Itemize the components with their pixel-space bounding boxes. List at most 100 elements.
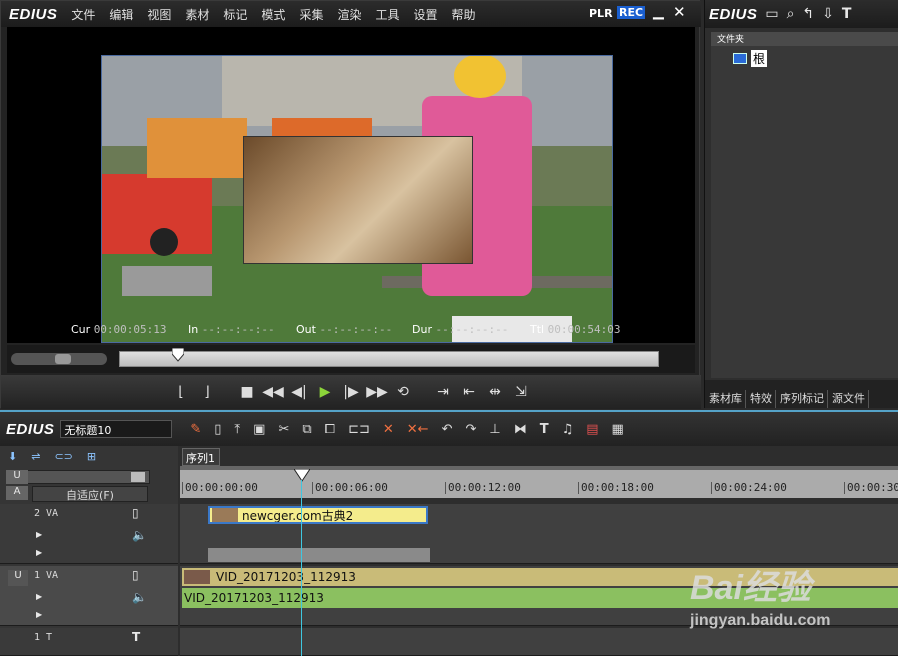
add-clip-icon[interactable]: ⇩ (822, 6, 834, 22)
step-back-icon[interactable]: ◀| (286, 380, 312, 404)
set-out-icon[interactable]: ⌋ (194, 380, 220, 404)
fast-forward-icon[interactable]: ▶▶ (364, 380, 390, 404)
paste-icon[interactable]: ⧠ (325, 422, 335, 437)
up-folder-icon[interactable]: ↰ (802, 6, 814, 22)
open-project-icon[interactable]: ⤒ (234, 422, 240, 437)
project-title[interactable]: 无标题10 (60, 420, 173, 438)
menu-mode[interactable]: 模式 (261, 6, 285, 23)
track-tool-icon[interactable]: ⬇ (8, 450, 17, 464)
add-marker-icon[interactable]: ⊥ (489, 422, 500, 437)
shuttle-slider[interactable] (11, 353, 107, 365)
expand-icon[interactable]: ▶ (36, 592, 42, 601)
position-bar[interactable] (119, 351, 659, 367)
tab-source[interactable]: 源文件 (828, 390, 869, 408)
menu-clip[interactable]: 素材 (185, 6, 209, 23)
clip-thumbnail (184, 570, 210, 584)
expand-icon[interactable]: ▶ (36, 610, 42, 619)
menu-file[interactable]: 文件 (71, 6, 95, 23)
speaker-icon[interactable]: 🔈 (132, 590, 147, 604)
microphone-icon[interactable]: ♫ (562, 422, 574, 437)
ripple-icon[interactable]: ⇹ (482, 380, 508, 404)
bin-window: EDIUS ▭ ⌕ ↰ ⇩ T 文件夹 根 素材库 特效 序列标记 源文件 (704, 0, 898, 408)
copy-icon[interactable]: ⧉ (302, 422, 311, 437)
menu-tools[interactable]: 工具 (375, 6, 399, 23)
watermark-url: jingyan.baidu.com (690, 612, 831, 629)
title-clip[interactable]: newcger.com古典2 (208, 506, 428, 524)
tab-bin[interactable]: 素材库 (705, 390, 746, 408)
tc-dur: Dur --:--:--:-- (412, 323, 509, 336)
title-track-icon[interactable]: T (132, 630, 140, 644)
bin-toolbar: EDIUS ▭ ⌕ ↰ ⇩ T (705, 0, 898, 28)
rewind-icon[interactable]: ◀◀ (260, 380, 286, 404)
video-mute-icon[interactable]: ▯ (132, 506, 139, 520)
video-preview-image (101, 55, 613, 343)
sync-icon[interactable]: ⇌ (31, 450, 40, 464)
menu-view[interactable]: 视图 (147, 6, 171, 23)
ripple-delete-icon[interactable]: ✕← (407, 422, 429, 437)
export-icon[interactable]: ⇲ (508, 380, 534, 404)
transition-icon[interactable]: ⧓ (514, 422, 527, 437)
set-in-icon[interactable]: ⌊ (168, 380, 194, 404)
title-icon[interactable]: T (842, 6, 852, 22)
stop-icon[interactable]: ■ (234, 380, 260, 404)
menu-edit[interactable]: 编辑 (109, 6, 133, 23)
link-icon[interactable]: ⊂⊃ (54, 450, 72, 464)
redo-icon[interactable]: ↷ (465, 422, 476, 437)
menu-capture[interactable]: 采集 (299, 6, 323, 23)
save-icon[interactable]: ▣ (253, 422, 265, 437)
replace-icon[interactable]: ⊏⊐ (348, 422, 370, 437)
menu-help[interactable]: 帮助 (452, 6, 476, 23)
sequence-tab[interactable]: 序列1 (182, 448, 220, 466)
audio-toggle[interactable]: A (6, 486, 28, 500)
close-icon[interactable]: ✕ (673, 3, 686, 21)
player-playhead[interactable] (171, 347, 185, 362)
title-tool-icon[interactable]: T (540, 422, 549, 437)
video-mute-icon[interactable]: ▯ (132, 568, 139, 582)
rec-indicator[interactable]: REC (617, 6, 646, 19)
delete-icon[interactable]: ✕ (383, 422, 394, 437)
tab-effects[interactable]: 特效 (746, 390, 776, 408)
minimize-icon[interactable]: ▁ (653, 4, 664, 20)
step-forward-icon[interactable]: |▶ (338, 380, 364, 404)
insert-icon[interactable]: ⇥ (430, 380, 456, 404)
root-folder-icon (733, 53, 747, 64)
fit-dropdown[interactable]: 自适应(F) (32, 486, 148, 502)
zoom-handle[interactable] (131, 472, 145, 482)
expand-icon[interactable]: ▶ (36, 530, 42, 539)
track-header-1va[interactable]: 1 VA U ▯ 🔈 ▶ ▶ (0, 566, 178, 626)
overwrite-icon[interactable]: ⇤ (456, 380, 482, 404)
preview-monitor: Cur 00:00:05:13 In --:--:--:-- Out --:--… (7, 27, 695, 343)
tab-sequence-markers[interactable]: 序列标记 (776, 390, 828, 408)
cut-icon[interactable]: ✂ (278, 422, 289, 437)
track-header-2va[interactable]: 2 VA ▯ 🔈 ▶ ▶ (0, 504, 178, 564)
loop-icon[interactable]: ⟲ (390, 380, 416, 404)
root-folder[interactable]: 根 (733, 50, 768, 67)
speaker-icon[interactable]: 🔈 (132, 528, 147, 542)
lock-toggle[interactable]: U (6, 470, 28, 484)
plr-indicator[interactable]: PLR (589, 7, 613, 20)
folder-icon[interactable]: ▭ (765, 6, 778, 22)
expand-icon[interactable]: ▶ (36, 548, 42, 557)
tc-in: In --:--:--:-- (188, 323, 275, 336)
search-icon[interactable]: ⌕ (787, 6, 795, 22)
scrub-area (7, 345, 695, 373)
new-sequence-icon[interactable]: ▯ (214, 422, 221, 437)
timeline-ruler[interactable]: 00:00:00:00 00:00:06:00 00:00:12:00 00:0… (180, 470, 898, 498)
track-name: 2 VA (34, 508, 59, 519)
timeline-playhead[interactable] (293, 468, 311, 482)
menu-marker[interactable]: 标记 (223, 6, 247, 23)
tc-ttl: Ttl 00:00:54:03 (530, 323, 621, 336)
audio-clip-empty[interactable] (208, 548, 430, 562)
group-icon[interactable]: ⊞ (87, 450, 96, 464)
overlay-image (243, 136, 473, 264)
menu-settings[interactable]: 设置 (413, 6, 437, 23)
source-patch[interactable]: U (8, 570, 28, 586)
render-icon[interactable]: ▤ (586, 422, 598, 437)
play-icon[interactable]: ▶ (312, 380, 338, 404)
shuttle-handle[interactable] (55, 354, 71, 364)
undo-icon[interactable]: ↶ (442, 422, 453, 437)
menu-render[interactable]: 渲染 (337, 6, 361, 23)
grid-icon[interactable]: ▦ (612, 422, 624, 437)
track-header-1t[interactable]: 1 T T (0, 628, 178, 656)
new-project-icon[interactable]: ✎ (190, 422, 201, 437)
